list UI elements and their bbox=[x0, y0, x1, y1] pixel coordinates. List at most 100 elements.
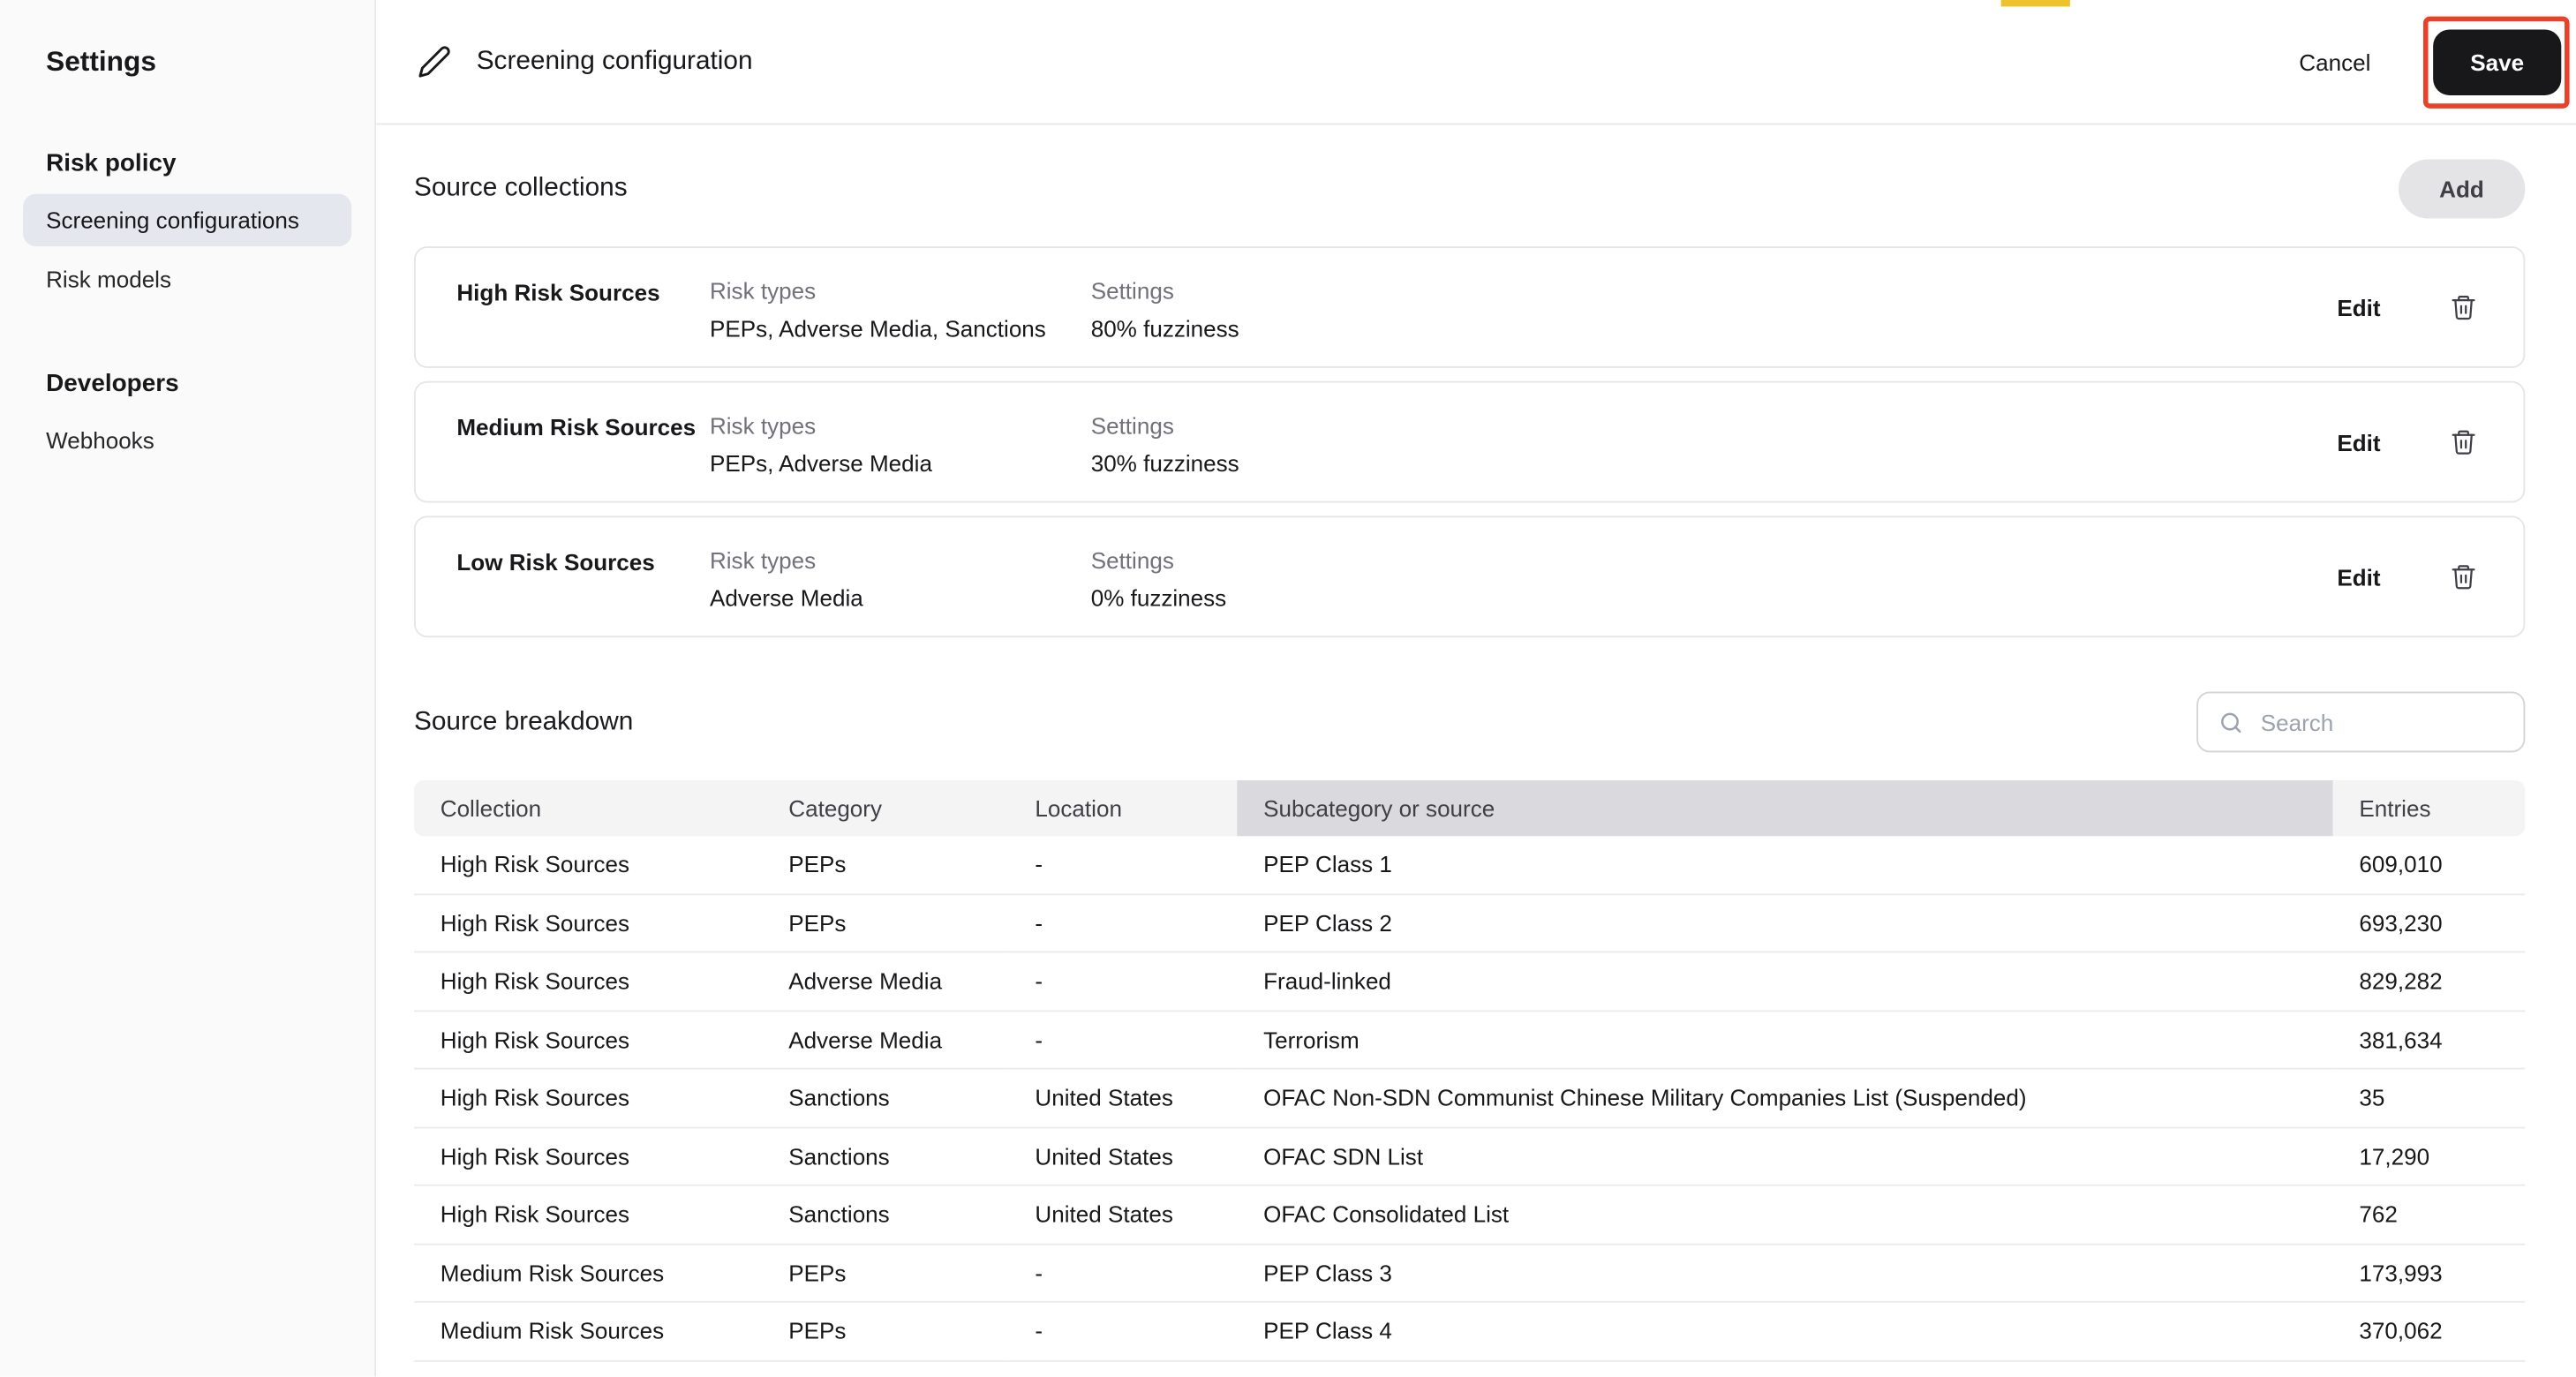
source-breakdown-header-row: Source breakdown bbox=[414, 691, 2526, 753]
cell-entries: 829,282 bbox=[2332, 952, 2526, 1012]
cell-category: PEPs bbox=[762, 836, 1009, 895]
save-button-wrap: Save bbox=[2422, 15, 2570, 108]
table-row: High Risk Sources Adverse Media - Terror… bbox=[413, 1011, 2526, 1070]
cell-entries: 35 bbox=[2332, 1070, 2526, 1128]
page-header: Screening configuration Cancel Save bbox=[376, 0, 2576, 125]
app: Settings Risk policy Screening configura… bbox=[0, 0, 2576, 1377]
table-row: High Risk Sources Sanctions United State… bbox=[413, 1186, 2526, 1245]
cell-location: - bbox=[1008, 1245, 1238, 1303]
source-collection-card: Medium Risk Sources Risk types PEPs, Adv… bbox=[413, 380, 2526, 503]
risk-types-column: Risk types PEPs, Adverse Media, Sanction… bbox=[710, 276, 1091, 343]
collection-name: High Risk Sources bbox=[456, 279, 660, 306]
card-actions: Edit bbox=[2337, 428, 2477, 456]
cell-subcategory: PEP Class 4 bbox=[1237, 1303, 2333, 1361]
sidebar-item-risk-models[interactable]: Risk models bbox=[23, 253, 351, 306]
sidebar-item-webhooks[interactable]: Webhooks bbox=[23, 414, 351, 467]
settings-value: 30% fuzziness bbox=[1090, 449, 1239, 477]
sidebar-item-screening-configurations[interactable]: Screening configurations bbox=[23, 193, 352, 247]
settings-label: Settings bbox=[1090, 546, 1174, 574]
cell-collection: High Risk Sources bbox=[413, 1128, 763, 1186]
cell-location: United States bbox=[1008, 1070, 1238, 1128]
collection-name: Low Risk Sources bbox=[456, 548, 655, 576]
settings-value: 80% fuzziness bbox=[1090, 315, 1239, 342]
source-collections-header-row: Source collections Add bbox=[413, 159, 2526, 219]
main-panel: Screening configuration Cancel Save Sour… bbox=[376, 0, 2576, 1377]
sidebar-section-risk-policy: Risk policy bbox=[46, 149, 177, 177]
sidebar: Settings Risk policy Screening configura… bbox=[0, 0, 377, 1377]
cell-collection: High Risk Sources bbox=[413, 836, 763, 895]
content: Source collections Add High Risk Sources… bbox=[376, 159, 2576, 1361]
cell-entries: 370,062 bbox=[2332, 1303, 2526, 1361]
cell-entries: 693,230 bbox=[2332, 894, 2526, 953]
settings-column: Settings 30% fuzziness bbox=[1091, 410, 2478, 478]
cell-collection: High Risk Sources bbox=[413, 894, 763, 953]
risk-types-column: Risk types Adverse Media bbox=[710, 546, 1091, 613]
column-header-subcategory[interactable]: Subcategory or source bbox=[1237, 779, 2333, 837]
cell-location: United States bbox=[1008, 1186, 1238, 1245]
settings-label: Settings bbox=[1090, 277, 1174, 305]
settings-column: Settings 80% fuzziness bbox=[1091, 276, 2478, 343]
cell-entries: 381,634 bbox=[2332, 1011, 2526, 1070]
cell-collection: High Risk Sources bbox=[413, 1011, 763, 1070]
table-row: High Risk Sources Adverse Media - Fraud-… bbox=[413, 952, 2526, 1012]
source-collection-card: High Risk Sources Risk types PEPs, Adver… bbox=[413, 246, 2526, 368]
header-actions: Cancel Save bbox=[2289, 15, 2570, 108]
column-header-location[interactable]: Location bbox=[1008, 779, 1238, 837]
settings-label: Settings bbox=[1090, 412, 1174, 439]
cell-entries: 173,993 bbox=[2332, 1245, 2526, 1303]
table-row: Medium Risk Sources PEPs - PEP Class 4 3… bbox=[413, 1303, 2526, 1361]
source-breakdown-table: Collection Category Location Subcategory… bbox=[413, 779, 2526, 1361]
table-body: High Risk Sources PEPs - PEP Class 1 609… bbox=[413, 836, 2526, 1361]
table-header: Collection Category Location Subcategory… bbox=[413, 779, 2526, 837]
risk-types-label: Risk types bbox=[709, 412, 817, 439]
trash-icon[interactable] bbox=[2450, 293, 2478, 321]
settings-value: 0% fuzziness bbox=[1090, 584, 1227, 612]
cell-category: Sanctions bbox=[762, 1186, 1009, 1245]
cell-collection: Medium Risk Sources bbox=[413, 1303, 763, 1361]
cell-collection: High Risk Sources bbox=[413, 1186, 763, 1245]
top-accent-bar bbox=[2000, 0, 2070, 7]
edit-button[interactable]: Edit bbox=[2337, 429, 2380, 455]
cell-subcategory: Terrorism bbox=[1237, 1011, 2333, 1070]
table-row: High Risk Sources Sanctions United State… bbox=[413, 1128, 2526, 1186]
add-button[interactable]: Add bbox=[2398, 159, 2526, 219]
source-collections-heading: Source collections bbox=[413, 174, 628, 202]
risk-types-column: Risk types PEPs, Adverse Media bbox=[710, 410, 1091, 478]
cell-subcategory: PEP Class 2 bbox=[1237, 894, 2333, 953]
cell-category: PEPs bbox=[762, 1303, 1009, 1361]
table-row: High Risk Sources Sanctions United State… bbox=[413, 1070, 2526, 1128]
cell-collection: Medium Risk Sources bbox=[413, 1245, 763, 1303]
trash-icon[interactable] bbox=[2450, 428, 2478, 456]
search-icon bbox=[2221, 711, 2241, 733]
edit-button[interactable]: Edit bbox=[2337, 294, 2380, 320]
trash-icon[interactable] bbox=[2450, 562, 2478, 591]
cell-location: - bbox=[1008, 1303, 1238, 1361]
cell-subcategory: OFAC SDN List bbox=[1237, 1128, 2333, 1186]
column-header-collection[interactable]: Collection bbox=[413, 779, 763, 837]
cancel-button[interactable]: Cancel bbox=[2289, 47, 2380, 76]
source-collection-card: Low Risk Sources Risk types Adverse Medi… bbox=[413, 515, 2526, 638]
sidebar-section-developers: Developers bbox=[46, 369, 179, 398]
cell-location: - bbox=[1008, 836, 1238, 895]
cell-subcategory: PEP Class 3 bbox=[1237, 1245, 2333, 1303]
cell-location: United States bbox=[1008, 1128, 1238, 1186]
risk-types-label: Risk types bbox=[709, 546, 817, 574]
card-actions: Edit bbox=[2337, 293, 2477, 321]
column-header-category[interactable]: Category bbox=[762, 779, 1009, 837]
edit-button[interactable]: Edit bbox=[2337, 563, 2380, 590]
page-title: Screening configuration bbox=[476, 47, 753, 75]
cell-subcategory: OFAC Non-SDN Communist Chinese Military … bbox=[1237, 1070, 2333, 1128]
cell-location: - bbox=[1008, 1011, 1238, 1070]
cell-category: Adverse Media bbox=[762, 952, 1009, 1012]
search-input[interactable] bbox=[2196, 691, 2526, 753]
save-button[interactable]: Save bbox=[2433, 28, 2562, 95]
cell-location: - bbox=[1008, 894, 1238, 953]
table-row: Medium Risk Sources PEPs - PEP Class 3 1… bbox=[413, 1245, 2526, 1303]
collection-name: Medium Risk Sources bbox=[456, 413, 697, 440]
source-collection-list: High Risk Sources Risk types PEPs, Adver… bbox=[413, 246, 2526, 638]
risk-types-value: PEPs, Adverse Media, Sanctions bbox=[709, 315, 1046, 342]
sidebar-title: Settings bbox=[46, 46, 156, 78]
cell-category: Sanctions bbox=[762, 1128, 1009, 1186]
edit-pencil-icon[interactable] bbox=[414, 41, 454, 81]
column-header-entries[interactable]: Entries bbox=[2332, 779, 2526, 837]
